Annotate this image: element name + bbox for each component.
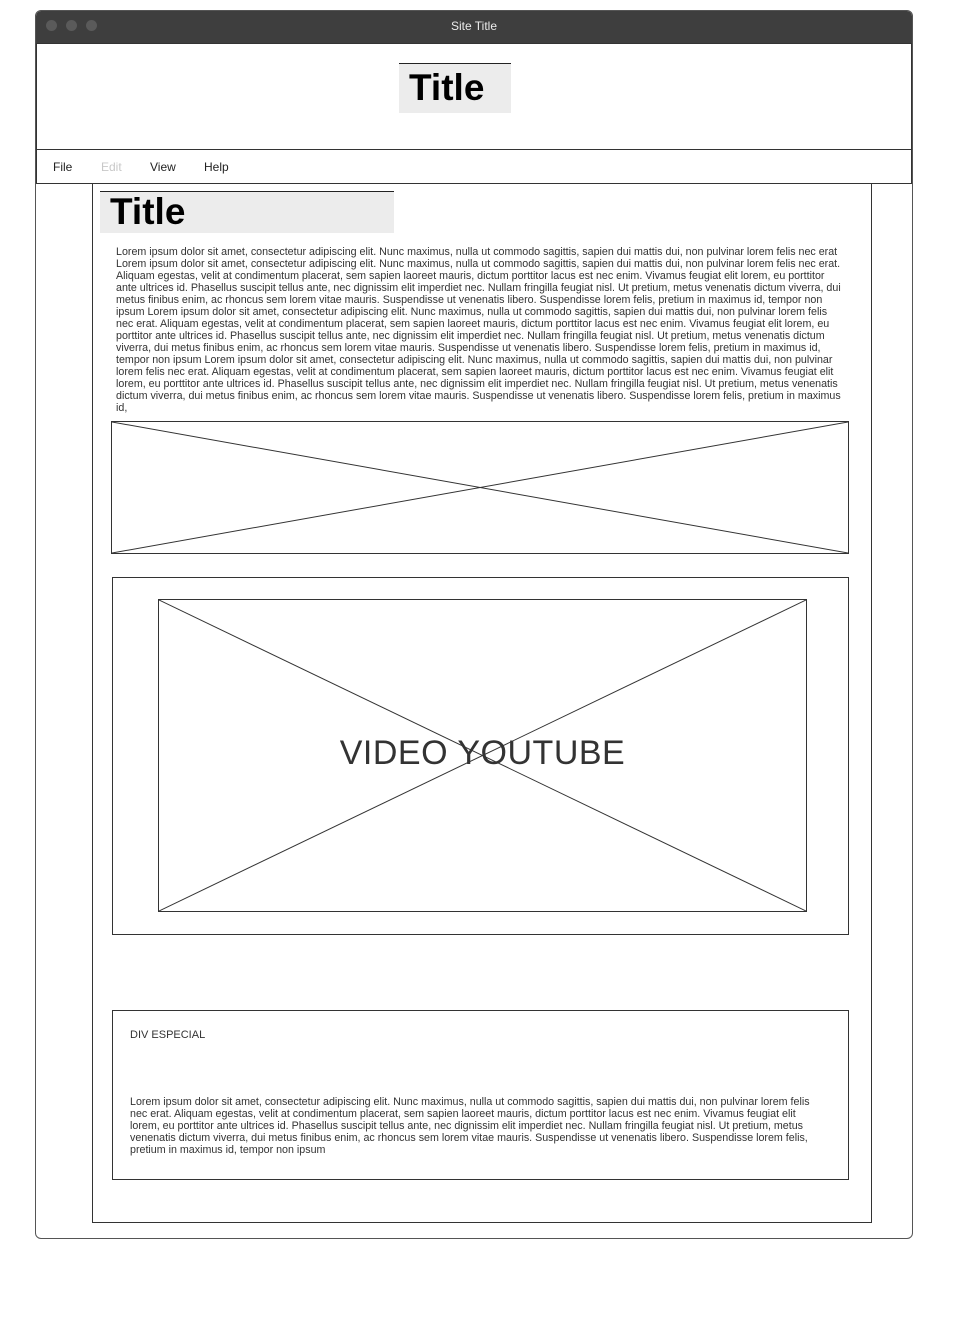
menu-item-file[interactable]: File [53,160,72,174]
video-label: VIDEO YOUTUBE [339,734,626,772]
site-title: Site Title [450,19,498,33]
main-content: Title Lorem ipsum dolor sit amet, consec… [92,183,872,1223]
special-div: DIV ESPECIAL Lorem ipsum dolor sit amet,… [112,1010,849,1180]
menu-bar: File Edit View Help [36,150,912,184]
image-placeholder-cross-icon [112,422,848,553]
page-header: Title [36,43,912,150]
window-titlebar[interactable]: Site Title [36,11,912,43]
video-container: VIDEO YOUTUBE [112,577,849,935]
special-div-paragraph: Lorem ipsum dolor sit amet, consectetur … [130,1096,810,1156]
menu-item-edit: Edit [101,160,122,174]
youtube-video-placeholder[interactable]: VIDEO YOUTUBE [158,599,807,912]
menu-item-help[interactable]: Help [204,160,229,174]
content-paragraph: Lorem ipsum dolor sit amet, consectetur … [116,246,841,414]
header-title: Title [399,63,511,113]
browser-window: Site Title Title File Edit View Help Tit… [35,10,913,1239]
menu-item-view[interactable]: View [150,160,176,174]
content-title: Title [100,191,394,233]
image-placeholder [111,421,849,554]
special-div-label: DIV ESPECIAL [130,1029,206,1041]
